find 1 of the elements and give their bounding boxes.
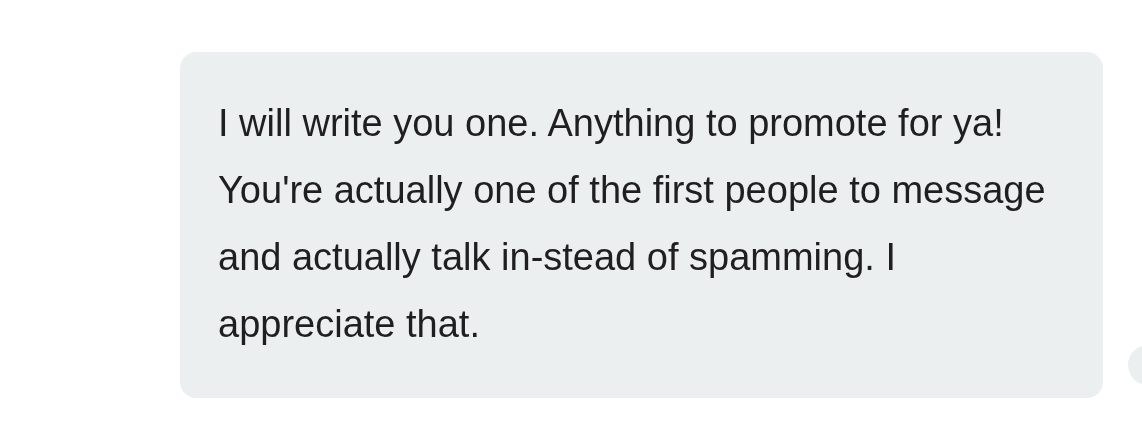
message-text: I will write you one. Anything to promote for ya! You're actually one of the first people to message and actually talk in-stead of spamming. I appreciate that.: [218, 101, 1047, 347]
